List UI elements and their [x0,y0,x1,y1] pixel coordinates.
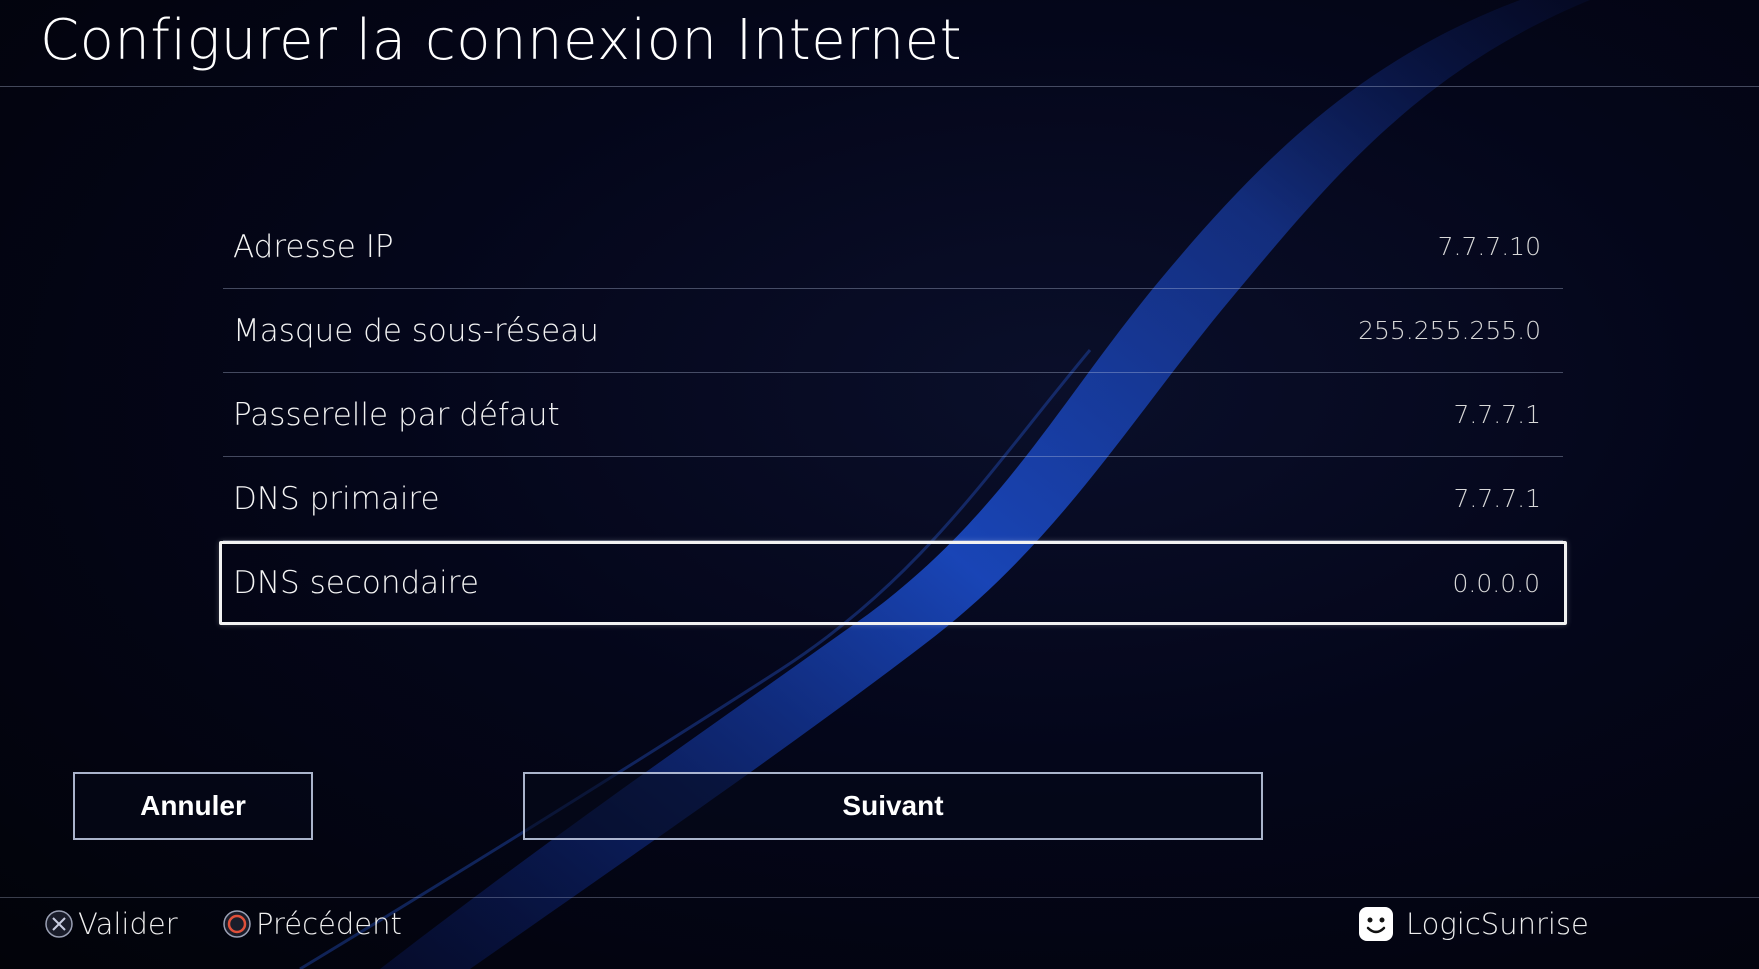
setting-label: Passerelle par défaut [233,396,560,433]
setting-label: Masque de sous-réseau [233,312,599,349]
setting-label: DNS primaire [233,480,440,517]
cancel-button[interactable]: Annuler [73,772,313,840]
setting-label: Adresse IP [233,228,394,265]
next-button[interactable]: Suivant [523,772,1263,840]
setting-value: 7.7.7.10 [1437,232,1541,261]
setting-value: 255.255.255.0 [1358,316,1541,345]
title-divider [0,86,1759,87]
setting-row-subnet-mask[interactable]: Masque de sous-réseau 255.255.255.0 [223,289,1563,373]
user-avatar-icon [1359,907,1393,941]
setting-value: 7.7.7.1 [1453,484,1541,513]
network-settings-list: Adresse IP 7.7.7.10 Masque de sous-résea… [219,205,1567,625]
setting-value: 0.0.0.0 [1452,568,1540,598]
page-title: Configurer la connexion Internet [40,8,963,73]
setting-row-secondary-dns[interactable]: DNS secondaire 0.0.0.0 [219,541,1567,625]
cross-button-icon [45,910,73,938]
footer-divider [0,897,1759,898]
hint-back-label: Précédent [256,907,402,941]
hint-back: Précédent [222,904,402,944]
screen: Configurer la connexion Internet Adresse… [0,0,1759,969]
setting-row-primary-dns[interactable]: DNS primaire 7.7.7.1 [223,457,1563,541]
hint-validate: Valider [44,904,178,944]
setting-row-default-gateway[interactable]: Passerelle par défaut 7.7.7.1 [223,373,1563,457]
user-profile: LogicSunrise [1358,904,1589,944]
circle-button-icon [223,910,251,938]
setting-row-ip-address[interactable]: Adresse IP 7.7.7.10 [223,205,1563,289]
setting-value: 7.7.7.1 [1453,400,1541,429]
hint-validate-label: Valider [78,907,178,941]
user-name: LogicSunrise [1406,907,1589,941]
setting-label: DNS secondaire [233,565,479,601]
